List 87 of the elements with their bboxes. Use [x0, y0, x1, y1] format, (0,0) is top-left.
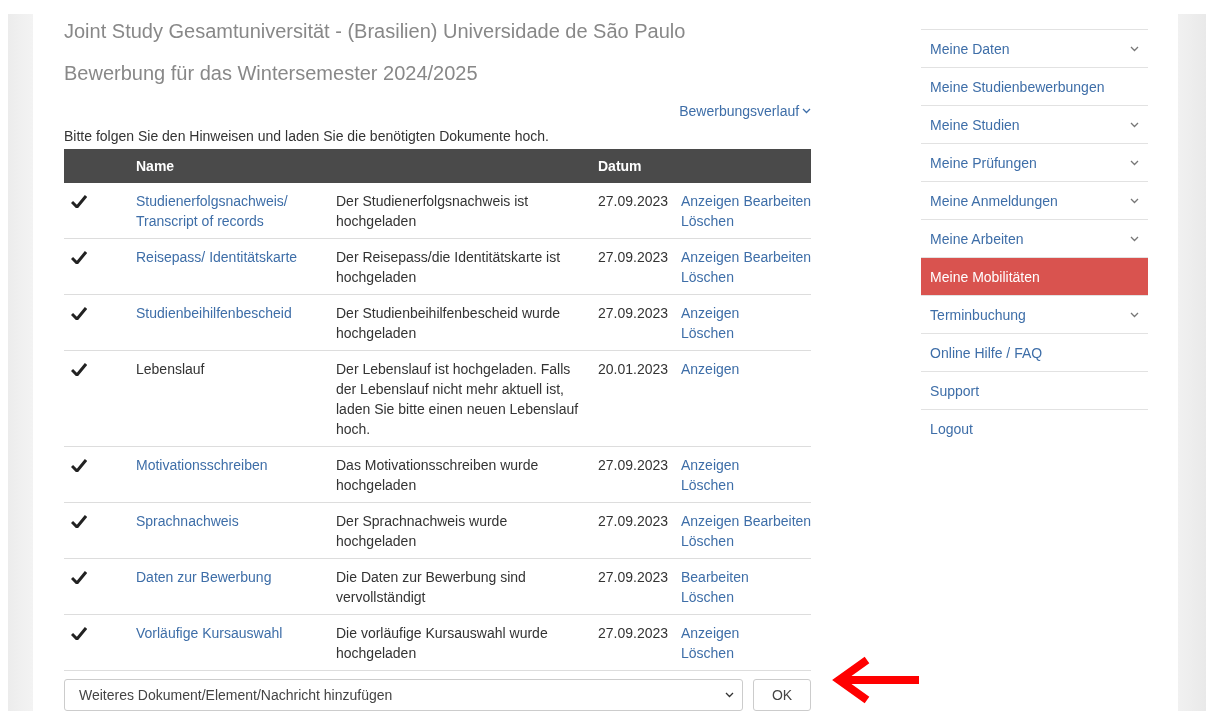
checkmark-icon [71, 515, 87, 528]
instructions-text: Bitte folgen Sie den Hinweisen und laden Sie die benötigten Dokumente hoch. [64, 128, 550, 147]
action-link[interactable]: Anzeigen [681, 247, 740, 267]
checkmark-icon [71, 459, 87, 472]
sidebar-item[interactable]: Meine Studienbewerbungen [921, 67, 1148, 105]
description-cell-text: Die Daten zur Bewerbung sind vervollständigt [335, 568, 527, 607]
checkmark-icon [71, 307, 87, 320]
chevron-down-icon [1130, 121, 1139, 128]
checkmark-icon [71, 363, 87, 376]
action-link[interactable]: Anzeigen [681, 359, 740, 379]
sidebar-item[interactable]: Meine Studien [921, 105, 1148, 143]
ok-button[interactable]: OK [753, 679, 812, 711]
sidebar-item[interactable]: Meine Daten [921, 29, 1148, 67]
sidebar-label: Meine Mobilitäten [930, 268, 1040, 285]
action-link[interactable]: Anzeigen [681, 191, 740, 211]
sidebar-item[interactable]: Support [921, 371, 1148, 409]
date-cell-text: 27.09.2023 [597, 192, 670, 211]
description-cell-text: Der Lebenslauf ist hochgeladen. Falls der Lebenslauf nicht mehr aktuell ist, laden Sie bitte einen neuen Lebenslauf hoch. [335, 360, 580, 439]
sidebar-label: Support [930, 382, 980, 399]
sidebar-item[interactable]: Online Hilfe / FAQ [921, 333, 1148, 371]
sidebar-item[interactable]: Meine Prüfungen [921, 143, 1148, 181]
sidebar-label: Meine Arbeiten [930, 230, 1024, 247]
column-header: Name [135, 158, 176, 174]
action-link[interactable]: Anzeigen [681, 455, 740, 475]
action-link[interactable]: Löschen [681, 531, 734, 551]
sidebar-label: Meine Studien [930, 116, 1020, 133]
chevron-down-icon [1130, 45, 1139, 52]
sidebar-item[interactable]: Meine Anmeldungen [921, 181, 1148, 219]
document-link[interactable]: Studienbeihilfenbescheid [136, 303, 328, 323]
sidebar-item[interactable]: Terminbuchung [921, 295, 1148, 333]
date-cell-text: 27.09.2023 [597, 304, 670, 323]
document-link[interactable]: Motivationsschreiben [136, 455, 328, 475]
page-subtitle: Bewerbung für das Wintersemester 2024/2025 [64, 61, 479, 86]
sidebar-label: Meine Studienbewerbungen [930, 78, 1105, 95]
chevron-down-icon [1130, 311, 1139, 318]
action-link[interactable]: Anzeigen [681, 303, 740, 323]
document-name: Lebenslauf [136, 360, 206, 379]
sidebar-item[interactable]: Meine Mobilitäten [921, 257, 1148, 295]
document-link[interactable]: Sprachnachweis [136, 511, 328, 531]
chevron-down-icon [1130, 197, 1139, 204]
column-header: Datum [597, 158, 643, 174]
sidebar-label: Terminbuchung [930, 306, 1026, 323]
sidebar-label: Logout [930, 420, 973, 437]
action-link[interactable]: Anzeigen [681, 623, 740, 643]
sidebar-label: Meine Anmeldungen [930, 192, 1058, 209]
date-cell-text: 27.09.2023 [597, 624, 670, 643]
sidebar-label: Meine Prüfungen [930, 154, 1037, 171]
description-cell-text: Die vorläufige Kursauswahl wurde hochgeladen [335, 624, 549, 663]
date-cell-text: 20.01.2023 [597, 360, 670, 379]
action-link[interactable]: Bearbeiten [681, 567, 749, 587]
action-link[interactable]: Bearbeiten [743, 247, 812, 267]
action-link[interactable]: Löschen [681, 211, 734, 231]
page-title: Joint Study Gesamtuniversität - (Brasilien) Universidade de São Paulo [64, 20, 687, 44]
action-link[interactable]: Löschen [681, 587, 734, 607]
description-cell-text: Der Studienerfolgsnachweis ist hochgeladen [335, 192, 530, 231]
sidebar-item[interactable]: Logout [921, 409, 1148, 447]
sidebar-label: Meine Daten [930, 40, 1010, 57]
date-cell-text: 27.09.2023 [597, 512, 670, 531]
date-cell-text: 27.09.2023 [597, 456, 670, 475]
description-cell-text: Der Reisepass/die Identitätskarte ist hochgeladen [335, 248, 562, 287]
action-link[interactable]: Löschen [681, 643, 734, 663]
document-link[interactable]: Studienerfolgsnachweis/ Transcript of records [136, 191, 328, 231]
chevron-down-icon [725, 692, 735, 698]
description-cell-text: Das Motivationsschreiben wurde hochgeladen [335, 456, 540, 495]
chevron-down-icon [1130, 159, 1139, 166]
checkmark-icon [71, 627, 87, 640]
history-link[interactable]: Bewerbungsverlauf [679, 94, 812, 129]
chevron-down-icon [1130, 235, 1139, 242]
description-cell-text: Der Sprachnachweis wurde hochgeladen [335, 512, 509, 551]
checkmark-icon [71, 195, 87, 208]
document-select[interactable]: Weiteres Dokument/Element/Nachricht hinzufügen [64, 679, 744, 711]
action-link[interactable]: Bearbeiten [743, 191, 812, 211]
chevron-down-icon [802, 108, 812, 115]
document-link[interactable]: Reisepass/ Identitätskarte [136, 247, 328, 267]
checkmark-icon [71, 251, 87, 264]
document-link[interactable]: Daten zur Bewerbung [136, 567, 328, 587]
document-link[interactable]: Vorläufige Kursauswahl [136, 623, 328, 643]
action-link[interactable]: Bearbeiten [743, 511, 812, 531]
action-link[interactable]: Anzeigen [681, 511, 740, 531]
action-link[interactable]: Löschen [681, 323, 734, 343]
action-link[interactable]: Löschen [681, 267, 734, 287]
date-cell-text: 27.09.2023 [597, 568, 670, 587]
checkmark-icon [71, 571, 87, 584]
action-link[interactable]: Löschen [681, 475, 734, 495]
date-cell-text: 27.09.2023 [597, 248, 670, 267]
sidebar-label: Online Hilfe / FAQ [930, 344, 1043, 361]
description-cell-text: Der Studienbeihilfenbescheid wurde hochgeladen [335, 304, 562, 343]
